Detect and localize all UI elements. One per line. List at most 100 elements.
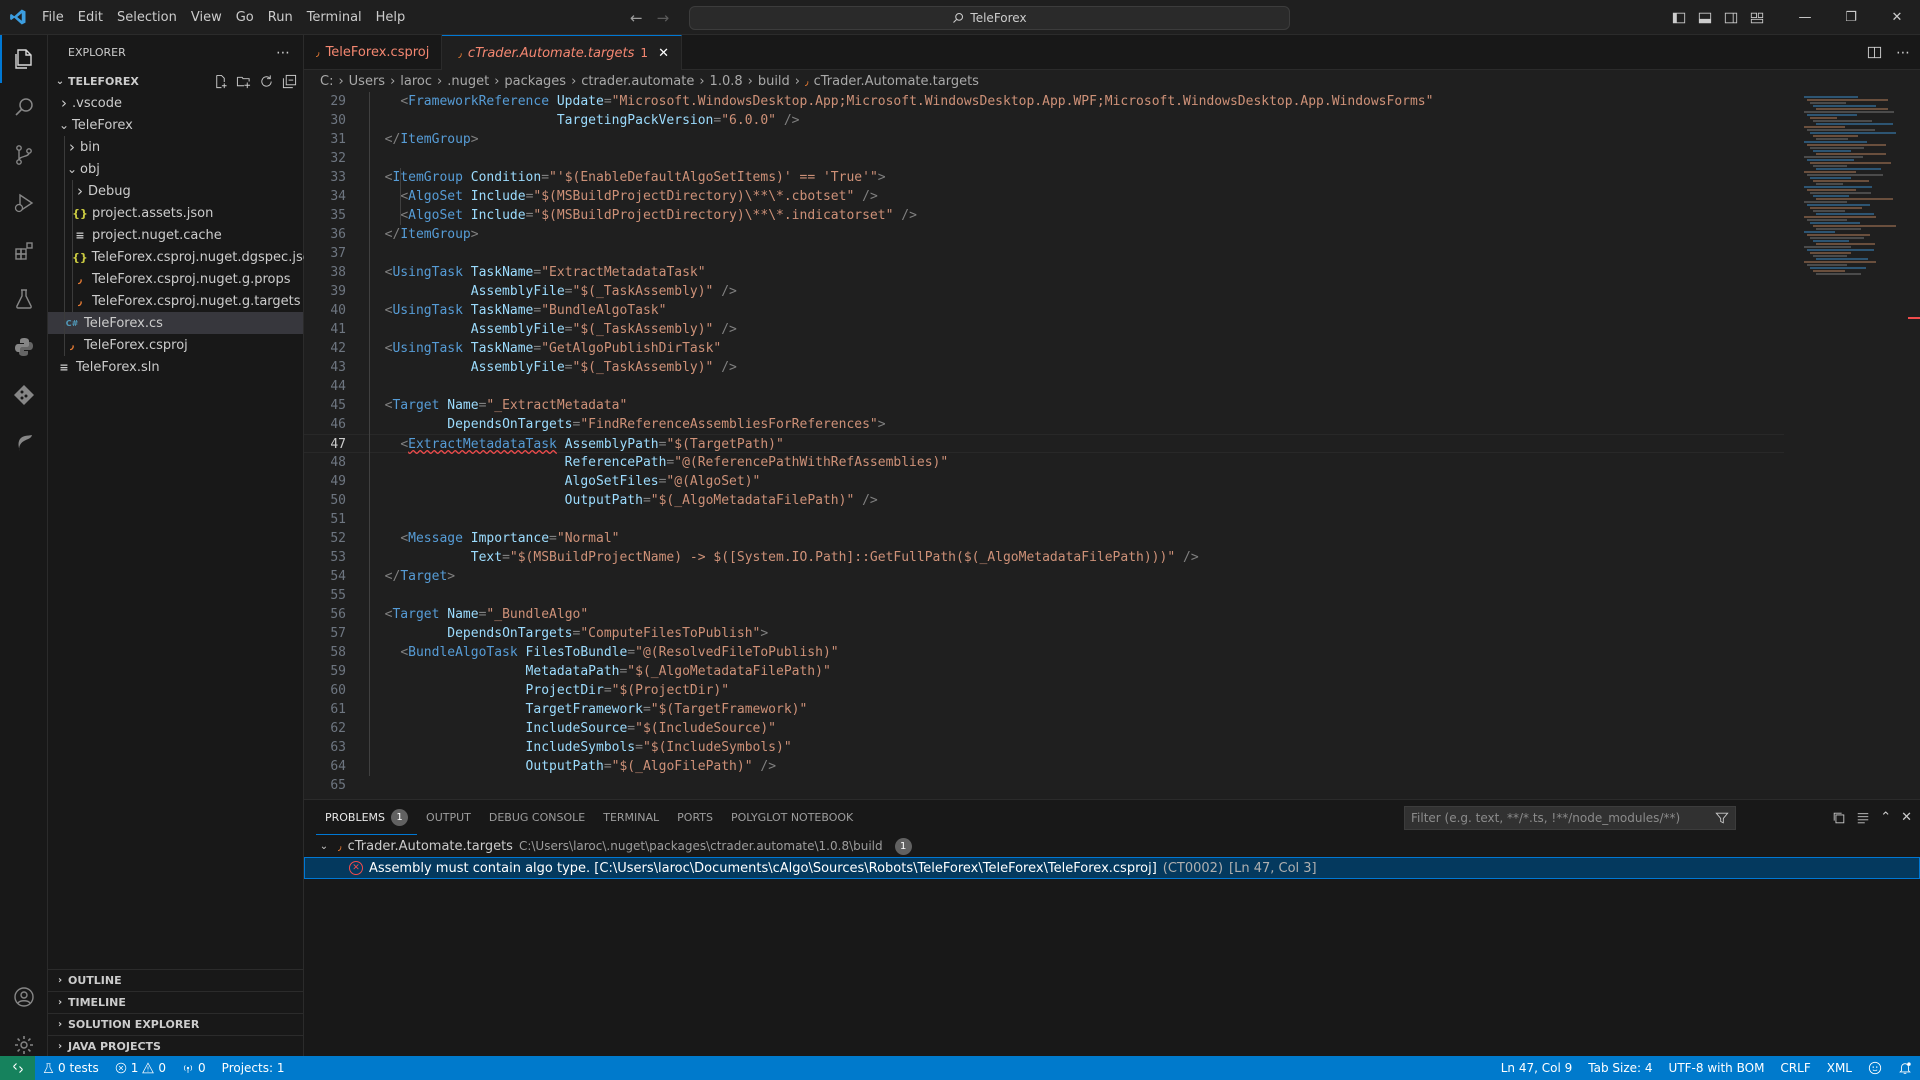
code-line[interactable]: 56 <Target Name="_BundleAlgo" [304, 605, 1784, 624]
code-line[interactable]: 47 <ExtractMetadataTask AssemblyPath="$(… [304, 434, 1784, 453]
code-line[interactable]: 41 AssemblyFile="$(_TaskAssembly)" /> [304, 320, 1784, 339]
more-actions-icon[interactable]: ⋯ [276, 45, 291, 61]
filter-icon[interactable] [1715, 811, 1729, 825]
breadcrumb-item[interactable]: packages [504, 74, 566, 89]
refresh-icon[interactable] [259, 74, 274, 89]
code-line[interactable]: 31 </ItemGroup> [304, 130, 1784, 149]
code-line[interactable]: 46 DependsOnTargets="FindReferenceAssemb… [304, 415, 1784, 434]
toggle-primary-sidebar-icon[interactable] [1666, 0, 1692, 35]
menu-run[interactable]: Run [261, 0, 300, 35]
folder-item[interactable]: › .vscode [48, 92, 303, 114]
menu-file[interactable]: File [35, 0, 71, 35]
git-icon[interactable] [0, 371, 48, 419]
code-line[interactable]: 42 <UsingTask TaskName="GetAlgoPublishDi… [304, 339, 1784, 358]
menu-help[interactable]: Help [369, 0, 413, 35]
customize-layout-icon[interactable] [1744, 0, 1770, 35]
projects-status[interactable]: Projects: 1 [214, 1056, 293, 1080]
remote-indicator-icon[interactable] [0, 1056, 35, 1080]
code-line[interactable]: 59 MetadataPath="$(_AlgoMetadataFilePath… [304, 662, 1784, 681]
code-line[interactable]: 44 [304, 377, 1784, 396]
collapse-all-icon[interactable] [282, 74, 297, 89]
code-line[interactable]: 40 <UsingTask TaskName="BundleAlgoTask" [304, 301, 1784, 320]
close-tab-icon[interactable]: ✕ [658, 46, 669, 61]
code-line[interactable]: 43 AssemblyFile="$(_TaskAssembly)" /> [304, 358, 1784, 377]
workspace-section-header[interactable]: ⌄ TELEFOREX [48, 70, 303, 92]
code-line[interactable]: 64 OutputPath="$(_AlgoFilePath)" /> [304, 757, 1784, 776]
forward-arrow-icon[interactable]: → [657, 9, 670, 27]
folder-item[interactable]: ⌄ TeleForex [48, 114, 303, 136]
code-line[interactable]: 54 </Target> [304, 567, 1784, 586]
code-line[interactable]: 53 Text="$(MSBuildProjectName) -> $([Sys… [304, 548, 1784, 567]
problems-status[interactable]: 1 0 [107, 1056, 174, 1080]
breadcrumb-item[interactable]: cTrader.Automate.targets [814, 74, 979, 89]
tab-output[interactable]: OUTPUT [417, 800, 480, 835]
code-line[interactable]: 48 ReferencePath="@(ReferencePathWithRef… [304, 453, 1784, 472]
file-item[interactable]: ≡ project.nuget.cache [48, 224, 303, 246]
file-item[interactable]: ٫ TeleForex.csproj.nuget.g.targets [48, 290, 303, 312]
code-line[interactable]: 29 <FrameworkReference Update="Microsoft… [304, 92, 1784, 111]
minimize-window-icon[interactable]: — [1782, 0, 1828, 35]
file-item[interactable]: {} project.assets.json [48, 202, 303, 224]
code-line[interactable]: 62 IncludeSource="$(IncludeSource)" [304, 719, 1784, 738]
code-line[interactable]: 49 AlgoSetFiles="@(AlgoSet)" [304, 472, 1784, 491]
breadcrumb-item[interactable]: ctrader.automate [581, 74, 694, 89]
split-editor-icon[interactable] [1867, 45, 1882, 60]
notifications-bell-icon[interactable] [1890, 1056, 1920, 1080]
code-line[interactable]: 33 <ItemGroup Condition="'$(EnableDefaul… [304, 168, 1784, 187]
file-item[interactable]: C# TeleForex.cs [48, 312, 303, 334]
folder-item[interactable]: › bin [48, 136, 303, 158]
new-folder-icon[interactable] [236, 74, 251, 89]
explorer-icon[interactable] [0, 35, 48, 83]
code-line[interactable]: 30 TargetingPackVersion="6.0.0" /> [304, 111, 1784, 130]
problems-filter-input[interactable]: Filter (e.g. text, **/*.ts, !**/node_mod… [1404, 806, 1736, 830]
menu-selection[interactable]: Selection [110, 0, 184, 35]
breadcrumb-item[interactable]: .nuget [447, 74, 489, 89]
back-arrow-icon[interactable]: ← [630, 9, 643, 27]
copy-icon[interactable] [1832, 811, 1846, 825]
minimap[interactable] [1794, 92, 1920, 799]
tab-ctrader-automate-targets[interactable]: ٫ cTrader.Automate.targets 1 ✕ [442, 35, 682, 70]
code-line[interactable]: 45 <Target Name="_ExtractMetadata" [304, 396, 1784, 415]
testing-icon[interactable] [0, 275, 48, 323]
file-item[interactable]: {} TeleForex.csproj.nuget.dgspec.json [48, 246, 319, 268]
java-projects-panel-header[interactable]: › JAVA PROJECTS [48, 1035, 303, 1057]
more-actions-icon[interactable]: ⋯ [1896, 45, 1910, 61]
menu-view[interactable]: View [184, 0, 229, 35]
tests-status[interactable]: 0 tests [35, 1056, 107, 1080]
code-editor[interactable]: 29 <FrameworkReference Update="Microsoft… [304, 92, 1920, 799]
python-icon[interactable] [0, 323, 48, 371]
tab-teleforex-csproj[interactable]: ٫ TeleForex.csproj [304, 35, 443, 70]
close-window-icon[interactable]: ✕ [1874, 0, 1920, 35]
tab-problems[interactable]: PROBLEMS 1 [316, 800, 418, 835]
breadcrumb-item[interactable]: C: [320, 74, 333, 89]
outline-panel-header[interactable]: › OUTLINE [48, 969, 303, 991]
code-line[interactable]: 52 <Message Importance="Normal" [304, 529, 1784, 548]
end-of-line[interactable]: CRLF [1772, 1056, 1818, 1080]
menu-edit[interactable]: Edit [71, 0, 110, 35]
code-line[interactable]: 35 <AlgoSet Include="$(MSBuildProjectDir… [304, 206, 1784, 225]
breadcrumb-item[interactable]: build [758, 74, 790, 89]
problem-item[interactable]: ✕ Assembly must contain algo type. [C:\U… [304, 857, 1920, 879]
cursor-position[interactable]: Ln 47, Col 9 [1493, 1056, 1581, 1080]
code-line[interactable]: 65 [304, 776, 1784, 795]
code-line[interactable]: 60 ProjectDir="$(ProjectDir)" [304, 681, 1784, 700]
view-as-tree-icon[interactable] [1856, 811, 1870, 825]
tab-polyglot-notebook[interactable]: POLYGLOT NOTEBOOK [722, 800, 862, 835]
folder-item[interactable]: ⌄ obj [48, 158, 303, 180]
code-line[interactable]: 38 <UsingTask TaskName="ExtractMetadataT… [304, 263, 1784, 282]
code-line[interactable]: 63 IncludeSymbols="$(IncludeSymbols)" [304, 738, 1784, 757]
tab-terminal[interactable]: TERMINAL [594, 800, 668, 835]
folder-item[interactable]: › Debug [48, 180, 303, 202]
menu-go[interactable]: Go [229, 0, 261, 35]
command-center-search[interactable]: TeleForex [689, 6, 1290, 30]
solution-explorer-panel-header[interactable]: › SOLUTION EXPLORER [48, 1013, 303, 1035]
extensions-icon[interactable] [0, 227, 48, 275]
toggle-panel-icon[interactable] [1692, 0, 1718, 35]
tab-ports[interactable]: PORTS [668, 800, 722, 835]
toggle-secondary-sidebar-icon[interactable] [1718, 0, 1744, 35]
code-line[interactable]: 57 DependsOnTargets="ComputeFilesToPubli… [304, 624, 1784, 643]
feedback-icon[interactable] [1860, 1056, 1890, 1080]
breadcrumb-item[interactable]: 1.0.8 [710, 74, 743, 89]
new-file-icon[interactable] [213, 74, 228, 89]
code-line[interactable]: 37 [304, 244, 1784, 263]
